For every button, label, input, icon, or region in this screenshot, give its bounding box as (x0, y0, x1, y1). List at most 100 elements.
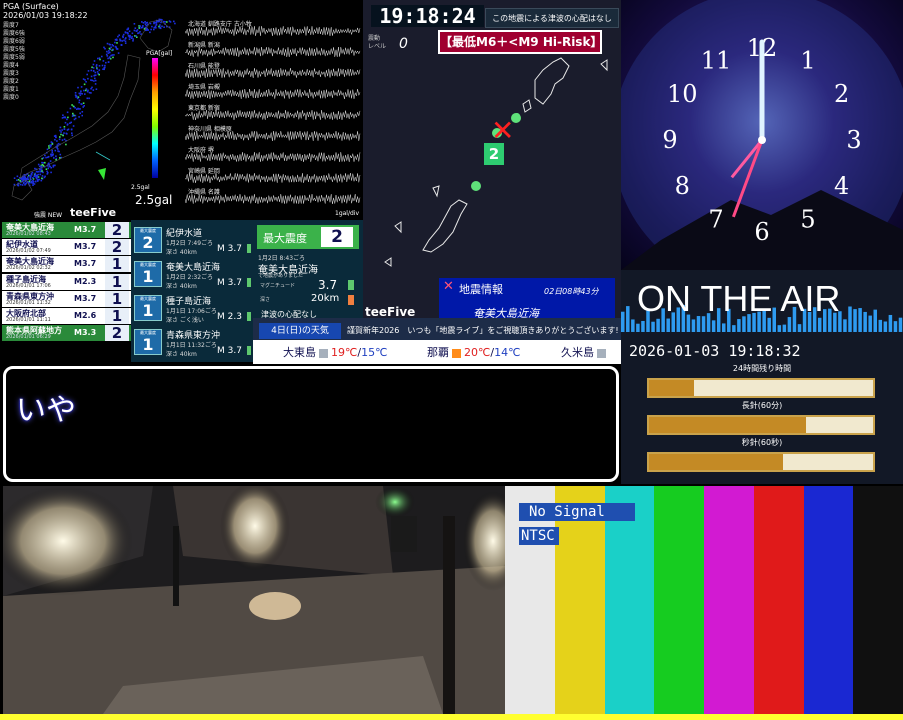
progress-bar (647, 452, 875, 472)
detail-depth: 深さ 40km (166, 249, 197, 256)
waveform-row: 神奈川県 相模原 (185, 123, 363, 144)
waveform-trace (185, 26, 361, 36)
quake-magnitude: M3.3 (74, 328, 97, 338)
quake-list-item[interactable]: 紀伊水道 2026/01/02 07:49 M3.7 2 (2, 239, 131, 256)
detail-magnitude: M 3.7 (217, 244, 242, 254)
brand-logo: teeFive (70, 206, 117, 219)
weather-item: 那覇 20℃/14℃ (427, 346, 521, 359)
max-intensity-panel: 最大震度 2 1月2日 8:43ごろ 奄美大島近海 で地震がありました マグニチ… (253, 220, 363, 319)
detail-when: 1月2日 2:32ごろ (166, 274, 214, 281)
visualizer-bar (626, 306, 630, 332)
on-air-panel: ON THE AIR 2026-01-03 19:18:32 24時間残り時間 … (621, 270, 903, 484)
tsunami-status: この地震による津波の心配はなし (485, 8, 619, 28)
quake-magnitude: M3.7 (74, 293, 97, 303)
visualizer-bar (893, 321, 898, 332)
gal-small: 2.5gal (131, 184, 150, 191)
quake-list-item[interactable]: 奄美大島近海 2026/01/02 08:43 M3.7 2 (2, 222, 131, 238)
color-bar (753, 486, 805, 714)
quake-list-item[interactable]: 種子島近海 2026/01/01 17:06 M2.3 1 (2, 273, 131, 290)
max-intensity-label: 最大震度 (263, 232, 307, 245)
detail-depth: 深さ 40km (166, 351, 197, 358)
detail-bar (247, 244, 251, 253)
map-datetime: 2026/01/03 19:18:22 (3, 11, 88, 20)
intensity-box-value: 1 (142, 267, 154, 286)
visualizer-bar (711, 320, 716, 332)
depth-label: 深さ (260, 297, 271, 303)
visualizer-bar (878, 319, 883, 332)
clock-numeral: 11 (701, 46, 732, 74)
quake-detail-item[interactable]: 最大震度 2 紀伊水道 1月2日 7:49ごろ 深さ 40km M 3.7 (131, 222, 253, 256)
clock-numeral: 5 (800, 206, 815, 234)
quake-magnitude: M2.6 (74, 311, 97, 320)
intensity-box-value: 1 (142, 301, 154, 320)
quake-intensity: 1 (105, 256, 129, 273)
detail-when: 1月1日 17:06ごろ (166, 308, 217, 315)
quake-date: 2026/01/02 08:43 (6, 231, 51, 237)
clock-numeral: 6 (754, 218, 769, 246)
sun-icon (452, 348, 461, 358)
quake-list-item[interactable]: 奄美大島近海 2026/01/02 02:32 M3.7 1 (2, 256, 131, 273)
visualizer-bar (863, 311, 867, 332)
quake-list-item[interactable]: 青森県東方沖 2026/01/01 11:32 M3.7 1 (2, 290, 131, 307)
wave-unit: 1gal/div (335, 210, 360, 217)
gal-value: 2.5gal (135, 193, 173, 207)
visualizer-bar (868, 315, 872, 332)
on-air-datetime: 2026-01-03 19:18:32 (629, 342, 801, 360)
color-bar (704, 486, 755, 714)
visualizer-bar (873, 309, 877, 332)
visualizer-bar (888, 314, 893, 332)
eew-panel: 19:18:24 この地震による津波の心配はなし 震動 レベル 0 【最低M6＋… (363, 0, 621, 322)
quake-detail-item[interactable]: 最大震度 1 奄美大島近海 1月2日 2:32ごろ 深さ 40km M 3.7 (131, 256, 253, 290)
no-signal-label: No Signal (519, 503, 635, 521)
color-bars-no-signal: No Signal NTSC (505, 486, 903, 714)
detail-depth: 深さ ごく浅い (166, 317, 204, 324)
waveform-trace (185, 46, 361, 58)
eew-clock: 19:18:24 (371, 5, 484, 27)
quake-detail-item[interactable]: 最大震度 1 青森県東方沖 1月1日 11:32ごろ 深さ 40km M 3.7 (131, 324, 253, 358)
weather-high: 20℃ (464, 346, 491, 359)
waveform-trace (185, 130, 361, 142)
max-intensity-value: 2 (321, 227, 353, 247)
quake-intensity: 1 (105, 273, 129, 290)
brand-pre: 強震 NEW (34, 212, 63, 219)
map-legend: 震度7 震度6強 震度6弱 震度5強 震度5弱 震度4 震度3 震度2 震度1 … (3, 22, 25, 101)
waveform-trace (185, 88, 361, 100)
detail-when: 1月2日 7:49ごろ (166, 240, 214, 247)
magnitude-value: 3.7 (318, 278, 338, 292)
waveform-row: 新潟県 新潟 (185, 39, 363, 60)
waveform-row: 東京都 新宿 (185, 102, 363, 123)
on-air-title: ON THE AIR (637, 278, 841, 319)
quake-date: 2026/01/02 07:49 (6, 248, 51, 255)
detail-depth: 深さ 40km (166, 283, 197, 290)
risk-badge: 【最低M6＋<M9 Hi-Risk】 (438, 30, 602, 54)
waveform-panel: 北海道 釧路支庁 古小牧 新潟県 新潟 石川県 能登 埼玉県 岩槻 東京都 新宿 神奈川県… (185, 0, 363, 220)
visualizer-bar (898, 317, 903, 332)
quake-intensity: 2 (105, 239, 129, 256)
quake-list-item[interactable]: 大阪府北部 2026/01/01 11:11 M2.6 1 (2, 308, 131, 324)
seismo-map-panel: PGA (Surface) 2026/01/03 19:18:22 震度7 震度… (0, 0, 185, 220)
quake-magnitude: M2.3 (74, 276, 97, 286)
quake-magnitude: M3.7 (74, 242, 97, 252)
quake-magnitude: M3.7 (74, 259, 97, 269)
visualizer-bar (631, 319, 635, 332)
quake-date: 2026/01/01 11:11 (6, 317, 51, 323)
waveform-trace (185, 109, 361, 121)
quake-history-list: 奄美大島近海 2026/01/02 08:43 M3.7 2 紀伊水道 2026/01/0… (0, 220, 131, 362)
intensity-box: 最大震度 2 (134, 227, 162, 253)
quake-detail-item[interactable]: 最大震度 1 種子島近海 1月1日 17:06ごろ 深さ ごく浅い M 2.3 (131, 290, 253, 324)
magnitude-bar (348, 280, 354, 290)
color-bar (654, 486, 705, 714)
waveform-row: 大阪府 堺 (185, 144, 363, 165)
weather-item: 大東島 19℃/15℃ (283, 346, 388, 359)
magnitude-label: マグニチュード (260, 283, 296, 289)
weather-date-label: 4日(日)の天気 (259, 323, 341, 339)
visualizer-bar (737, 319, 741, 332)
visualizer-bar (691, 319, 696, 332)
weather-high: 19℃ (331, 346, 358, 359)
clock-numeral: 8 (675, 172, 690, 200)
chat-text: いや (16, 393, 76, 428)
quake-list-item[interactable]: 熊本県阿蘇地方 2026/01/01 06:29 M3.3 2 (2, 325, 131, 342)
frame-bottom (0, 714, 903, 720)
clock-numeral: 9 (662, 126, 677, 154)
visualizer-bar (797, 324, 802, 332)
